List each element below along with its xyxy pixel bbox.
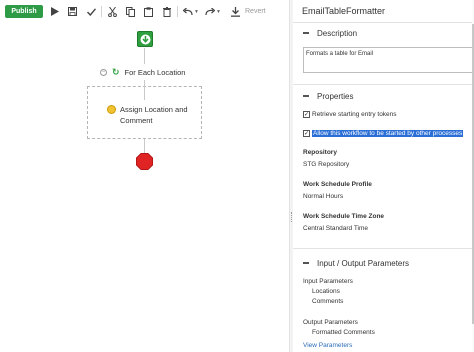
panel-divider bbox=[293, 22, 474, 23]
retrieve-tokens-label: Retrieve starting entry tokens bbox=[312, 111, 397, 118]
panel-divider bbox=[293, 248, 474, 249]
allow-start-checkbox[interactable]: ✓ bbox=[303, 130, 310, 137]
toolbar-separator bbox=[177, 6, 178, 17]
publish-button[interactable]: Publish bbox=[5, 5, 43, 18]
workflow-canvas[interactable]: − ↻ For Each Location Assign Location an… bbox=[0, 24, 289, 352]
allow-start-option[interactable]: ✓ Allow this workflow to be started by o… bbox=[303, 129, 464, 138]
workflow-title: EmailTableFormatter bbox=[302, 6, 386, 16]
section-label: Input / Output Parameters bbox=[317, 258, 410, 268]
collapse-toggle-icon[interactable]: − bbox=[100, 68, 107, 76]
delete-icon[interactable] bbox=[162, 5, 172, 18]
retrieve-tokens-option[interactable]: ✓ Retrieve starting entry tokens bbox=[303, 110, 397, 119]
connector-line bbox=[144, 86, 145, 100]
start-arrow-icon bbox=[140, 34, 150, 44]
for-each-loop-activity[interactable]: − ↻ For Each Location bbox=[100, 66, 185, 78]
collapse-minus-icon[interactable] bbox=[303, 95, 309, 97]
section-label: Properties bbox=[317, 91, 354, 101]
end-stop-node[interactable] bbox=[136, 153, 153, 170]
work-schedule-value[interactable]: Normal Hours bbox=[303, 193, 343, 200]
io-section-header[interactable]: Input / Output Parameters bbox=[303, 258, 409, 268]
output-parameter-item: Formatted Comments bbox=[312, 329, 375, 336]
assign-token-icon bbox=[107, 105, 116, 114]
work-schedule-label: Work Schedule Profile bbox=[303, 181, 372, 188]
time-zone-label: Work Schedule Time Zone bbox=[303, 213, 385, 220]
input-parameter-item: Comments bbox=[312, 298, 344, 305]
loop-icon: ↻ bbox=[112, 66, 120, 77]
connector-line bbox=[144, 48, 145, 64]
description-field[interactable]: Formats a table for Email bbox=[303, 47, 474, 73]
save-icon[interactable] bbox=[67, 5, 77, 18]
retrieve-tokens-checkbox[interactable]: ✓ bbox=[303, 111, 310, 118]
loop-label: For Each Location bbox=[124, 67, 186, 77]
section-label: Description bbox=[317, 28, 358, 38]
description-section-header[interactable]: Description bbox=[303, 28, 357, 38]
repository-label: Repository bbox=[303, 149, 337, 156]
play-icon[interactable] bbox=[50, 5, 59, 18]
allow-start-label: Allow this workflow to be started by oth… bbox=[312, 130, 464, 137]
designer-toolbar: Publish ▼ ▼ Revert bbox=[0, 0, 289, 24]
check-icon[interactable] bbox=[86, 5, 96, 18]
output-parameters-label: Output Parameters bbox=[303, 319, 358, 326]
properties-panel: EmailTableFormatter Description Formats … bbox=[293, 0, 474, 352]
revert-button[interactable]: Revert bbox=[245, 5, 266, 18]
input-parameter-item: Locations bbox=[312, 288, 340, 295]
input-parameters-label: Input Parameters bbox=[303, 278, 353, 285]
download-icon[interactable] bbox=[230, 5, 240, 18]
assign-label: Assign Location and Comment bbox=[120, 105, 188, 125]
start-node[interactable] bbox=[137, 31, 153, 47]
view-parameters-link[interactable]: View Parameters bbox=[303, 342, 352, 349]
collapse-minus-icon[interactable] bbox=[303, 32, 309, 34]
connector-line bbox=[144, 139, 145, 153]
cut-icon[interactable] bbox=[107, 5, 117, 18]
repository-value[interactable]: STG Repository bbox=[303, 161, 349, 168]
copy-icon[interactable] bbox=[125, 5, 135, 18]
undo-icon[interactable]: ▼ bbox=[183, 5, 199, 18]
workflow-designer: Publish ▼ ▼ Revert − ↻ For Each Location… bbox=[0, 0, 289, 352]
time-zone-value[interactable]: Central Standard Time bbox=[303, 225, 368, 232]
properties-section-header[interactable]: Properties bbox=[303, 91, 353, 101]
toolbar-separator bbox=[101, 6, 102, 17]
redo-icon[interactable]: ▼ bbox=[205, 5, 221, 18]
paste-icon[interactable] bbox=[143, 5, 153, 18]
panel-divider bbox=[293, 84, 474, 85]
collapse-minus-icon[interactable] bbox=[303, 262, 309, 264]
